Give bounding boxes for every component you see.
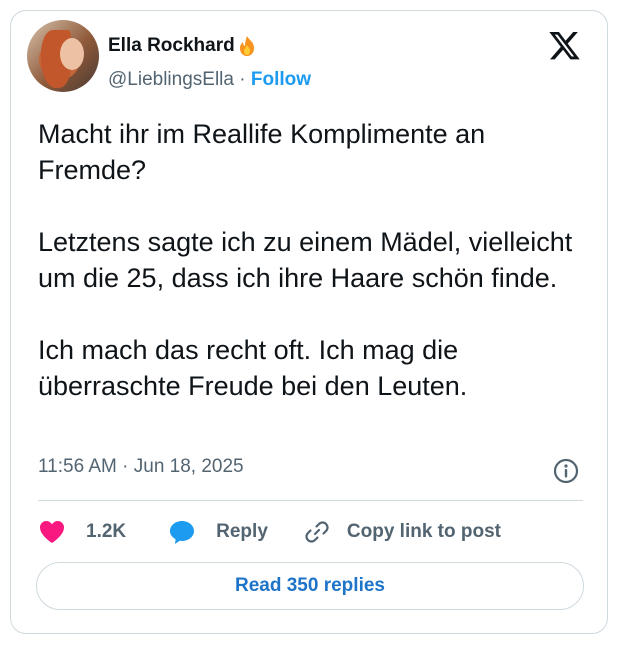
read-replies-button[interactable]: Read 350 replies xyxy=(36,562,584,610)
tweet-text: Macht ihr im Reallife Komplimente an Fre… xyxy=(38,119,573,401)
like-count: 1.2K xyxy=(86,521,127,542)
tweet-actions: 1.2K Reply Copy link to post xyxy=(38,516,501,548)
reply-label: Reply xyxy=(216,521,268,542)
link-icon xyxy=(305,521,329,543)
divider xyxy=(38,500,583,501)
author-name[interactable]: Ella Rockhard xyxy=(108,35,235,57)
separator-dot: · xyxy=(239,69,246,90)
avatar[interactable] xyxy=(27,20,99,92)
heart-icon xyxy=(40,521,64,543)
author-handle-row: @LieblingsElla · Follow xyxy=(108,69,311,95)
copy-link-button[interactable]: Copy link to post xyxy=(304,519,501,545)
like-button[interactable]: 1.2K xyxy=(38,519,126,545)
reply-button[interactable]: Reply xyxy=(168,518,268,546)
info-icon[interactable] xyxy=(553,458,579,484)
read-replies-label: Read 350 replies xyxy=(235,575,385,596)
follow-button[interactable]: Follow xyxy=(251,69,311,90)
copy-link-label: Copy link to post xyxy=(346,521,501,542)
x-logo-icon[interactable] xyxy=(547,30,581,62)
avatar-face xyxy=(60,38,84,70)
author-handle[interactable]: @LieblingsElla xyxy=(108,69,234,90)
author-name-row: Ella Rockhard xyxy=(108,32,257,60)
reply-bubble-icon xyxy=(170,521,195,544)
tweet-timestamp[interactable]: 11:56 AM · Jun 18, 2025 xyxy=(38,456,244,478)
fire-icon xyxy=(239,36,254,56)
